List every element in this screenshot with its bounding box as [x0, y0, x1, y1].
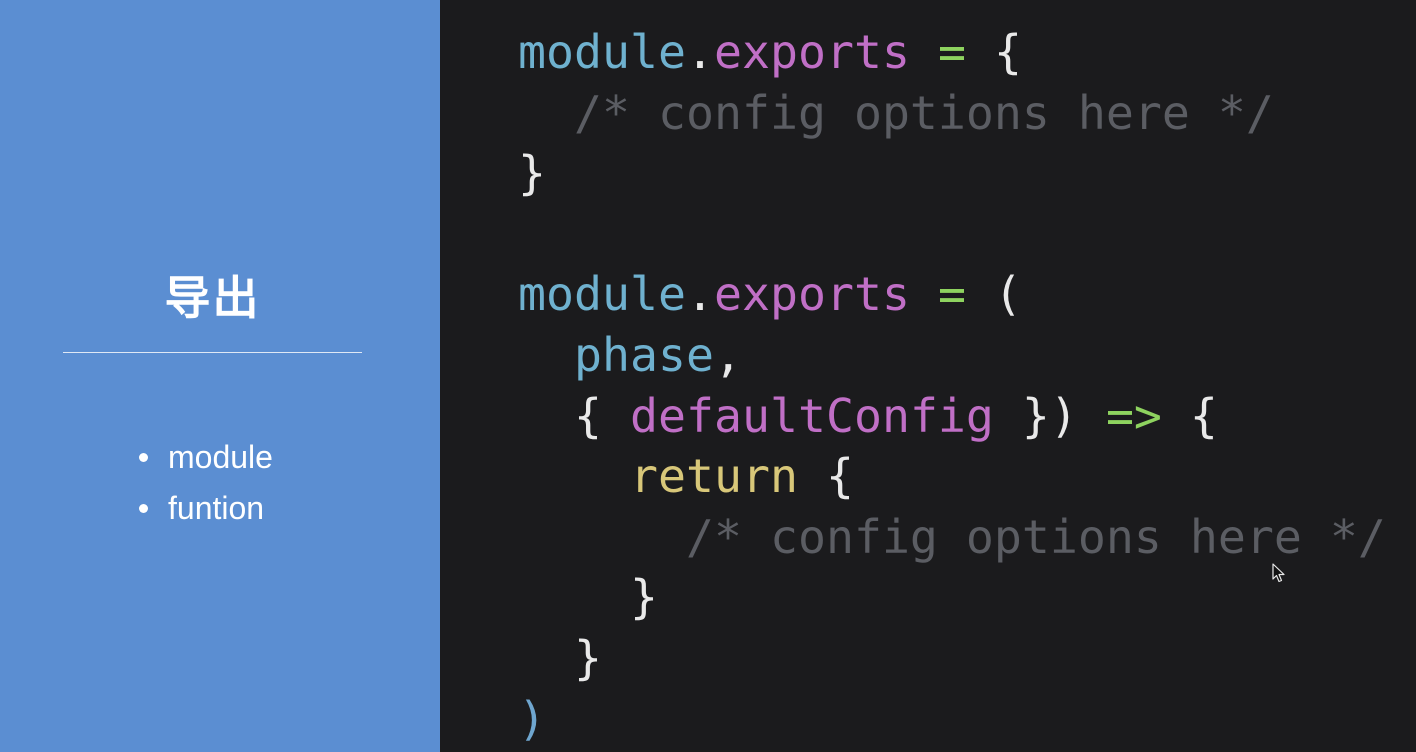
code-token: module	[518, 267, 686, 322]
code-line: /* config options here */	[518, 507, 1386, 568]
code-token: }	[518, 570, 658, 625]
code-line: { defaultConfig }) => {	[518, 386, 1386, 447]
code-token: )	[518, 691, 546, 746]
code-token: /* config options here */	[518, 509, 1386, 564]
code-token: exports	[713, 267, 910, 322]
bullet-dot-icon	[139, 453, 148, 462]
code-line: /* config options here */	[518, 83, 1386, 144]
code-line: )	[518, 689, 1386, 750]
code-panel: module.exports = { /* config options her…	[440, 0, 1416, 752]
bullet-dot-icon	[139, 504, 148, 513]
code-token: }	[518, 630, 602, 685]
code-token: {	[518, 388, 630, 443]
code-line: }	[518, 628, 1386, 689]
code-line: module.exports = {	[518, 22, 1386, 83]
code-token: {	[797, 449, 854, 504]
code-token: defaultConfig	[629, 388, 994, 443]
code-block: module.exports = { /* config options her…	[518, 22, 1386, 749]
code-token: .	[685, 25, 714, 79]
code-token: =>	[1105, 388, 1162, 443]
code-token: =	[937, 267, 966, 322]
code-line: }	[518, 567, 1386, 628]
title-divider	[63, 352, 362, 353]
bullet-list: module funtion	[137, 432, 273, 534]
code-token: ,	[713, 327, 742, 382]
code-token: {	[965, 25, 1022, 79]
code-token: exports	[713, 25, 910, 79]
slide: 导出 module funtion module.exports = { /* …	[0, 0, 1416, 752]
code-token: =	[937, 25, 966, 79]
code-token: (	[965, 267, 1022, 322]
code-token: {	[1161, 388, 1218, 443]
code-token: return	[629, 449, 798, 504]
code-token: }	[518, 146, 546, 201]
code-token: /* config options here */	[518, 85, 1274, 140]
code-token: })	[993, 388, 1078, 443]
bullet-label: module	[168, 439, 273, 475]
code-line: return {	[518, 446, 1386, 507]
list-item: funtion	[137, 483, 273, 534]
slide-title: 导出	[164, 271, 261, 325]
mouse-pointer-icon	[1272, 563, 1285, 583]
code-line: }	[518, 143, 1386, 204]
left-panel: 导出 module funtion	[0, 0, 440, 752]
list-item: module	[137, 432, 273, 483]
code-token: .	[685, 267, 714, 322]
bullet-label: funtion	[168, 490, 265, 526]
code-token: phase	[518, 327, 714, 382]
code-line: module.exports = (	[518, 264, 1386, 325]
code-token: module	[518, 25, 686, 79]
code-line: phase,	[518, 325, 1386, 386]
